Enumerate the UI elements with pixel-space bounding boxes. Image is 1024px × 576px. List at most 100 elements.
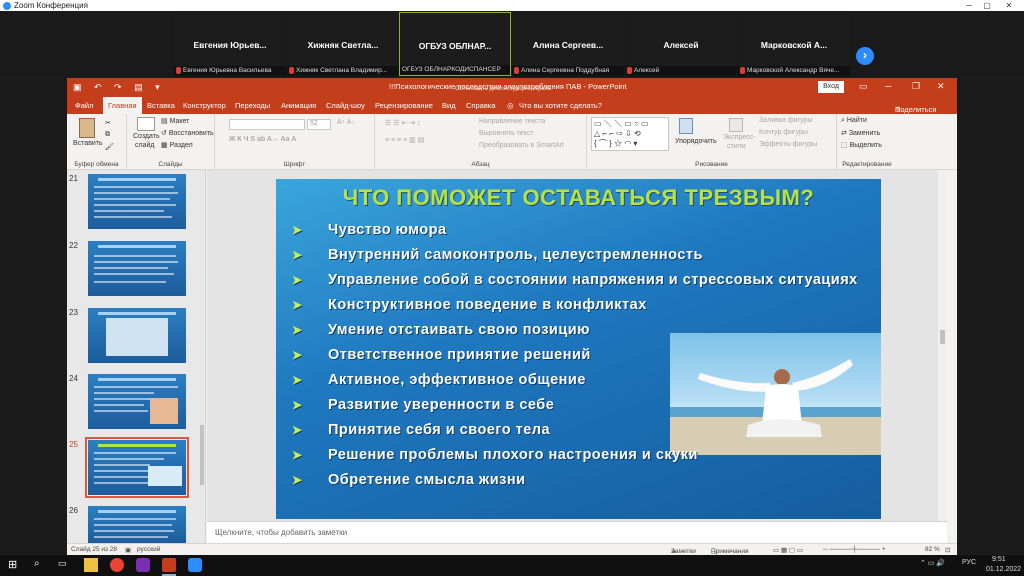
muted-mic-icon (740, 66, 745, 74)
shapes-gallery[interactable]: ▭ ＼ ＼ ▭ ○ ▭ △ ⌐ ⌐ ⇨ ⇩ ⟲{ ⌒ } ☆ ◠ ▾ (591, 117, 669, 151)
close-icon[interactable]: ✕ (937, 81, 945, 92)
restore-icon[interactable]: ❐ (912, 81, 920, 92)
arrange-icon[interactable] (679, 118, 693, 134)
font-style-icons[interactable]: Ж К Ч S аb A↔ Aa A (229, 136, 296, 143)
windows-start-icon[interactable]: ⊞ (8, 558, 22, 572)
express-styles-icon[interactable] (729, 118, 743, 132)
replace-button[interactable]: ⇄ Заменить (841, 129, 880, 137)
participant-tile-active-speaker[interactable]: ОГБУЗ ОБЛНАР... ОГБУЗ ОБЛНАРКОДИСПАНСЕР (399, 12, 511, 76)
participant-tile[interactable]: Алина Сергеев... Алина Сергеевна Поддубн… (512, 12, 624, 76)
thumbnails-scrollbar[interactable] (199, 170, 205, 543)
new-slide-icon[interactable] (137, 117, 155, 131)
participant-tile[interactable]: Марковской А... Марковской Александр Вяч… (738, 12, 850, 76)
text-direction-button[interactable]: Направление текста (479, 118, 545, 125)
language-indicator[interactable]: русский (137, 546, 160, 553)
section-button[interactable]: ▦ Раздел (161, 141, 193, 149)
signin-button[interactable]: Вход (818, 81, 844, 93)
arrow-bullet-icon: ➤ (292, 223, 303, 237)
layout-button[interactable]: ▤ Макет (161, 117, 189, 125)
tab-insert[interactable]: Вставка (147, 101, 175, 110)
select-button[interactable]: ⬚ Выделить (841, 141, 882, 149)
clock-date[interactable]: 01.12.2022 (986, 566, 1021, 573)
notes-label: Заметки (671, 548, 696, 555)
new-slide-button-line2[interactable]: слайд (135, 142, 154, 149)
participant-tile[interactable]: Евгения Юрьев... Евгения Юрьевна Василье… (174, 12, 286, 76)
input-language[interactable]: РУС (962, 559, 976, 566)
paste-icon[interactable] (79, 118, 95, 138)
format-painter-icon[interactable]: 🖌 (105, 143, 114, 151)
notes-pane[interactable]: Щелкните, чтобы добавить заметки (207, 521, 947, 543)
express-styles-line2[interactable]: стили (727, 143, 746, 150)
participant-name: Алина Сергеев... (532, 40, 604, 50)
copy-icon[interactable]: ⧉ (105, 131, 110, 139)
arrow-bullet-icon: ➤ (292, 473, 303, 487)
minimize-icon[interactable]: ─ (885, 81, 891, 91)
slide-thumbnail[interactable] (88, 374, 186, 429)
slide-thumbnail[interactable] (88, 241, 186, 296)
zoom-level[interactable]: 82 % (925, 546, 940, 553)
tab-home[interactable]: Главная (103, 97, 142, 114)
tab-slideshow[interactable]: Слайд-шоу (326, 101, 365, 110)
powerpoint-icon[interactable] (162, 558, 176, 572)
tab-review[interactable]: Рецензирование (375, 101, 433, 110)
tab-help[interactable]: Справка (466, 101, 495, 110)
slide-thumbnail[interactable] (88, 506, 186, 543)
close-icon[interactable]: ✕ (994, 0, 1024, 11)
slide-title[interactable]: ЧТО ПОМОЖЕТ ОСТАВАТЬСЯ ТРЕЗВЫМ? (276, 185, 881, 211)
bullet-list[interactable]: ➤ Чувство юмора ➤ Внутренний самоконтроль,… (292, 222, 872, 497)
tab-file[interactable]: Файл (75, 101, 93, 110)
list-item: ➤ Решение проблемы плохого настроения и с… (292, 447, 872, 463)
list-icons[interactable]: ☰ ☰ ⇤ ⇥ ↕ (385, 119, 421, 127)
shape-fill-button[interactable]: Заливка фигуры (759, 117, 812, 124)
font-grow-icon[interactable]: A↑ A↓ (337, 119, 355, 126)
tray-icons[interactable]: ⌃ ▭ 🔊 (920, 559, 945, 567)
paste-button[interactable]: Вставить (73, 140, 103, 147)
chrome-icon[interactable] (110, 558, 124, 572)
shape-effects-button[interactable]: Эффекты фигуры (759, 141, 817, 148)
spellcheck-icon[interactable]: ▣ (125, 546, 131, 554)
participant-full-name: Евгения Юрьевна Васильева (183, 67, 272, 74)
tell-me-search[interactable]: Что вы хотите сделать? (519, 101, 602, 110)
slide-thumbnail[interactable] (88, 308, 186, 363)
stop-share-overlay[interactable]: Остановить демонстрацию экрана (455, 86, 551, 92)
align-icons[interactable]: ≡ ≡ ≡ ≡ ▥ ▤ (385, 136, 424, 144)
fit-slide-icon[interactable]: ⊡ (945, 546, 950, 554)
drawing-group: ▭ ＼ ＼ ▭ ○ ▭ △ ⌐ ⌐ ⇨ ⇩ ⟲{ ⌒ } ☆ ◠ ▾ Упоряд… (587, 114, 837, 170)
clock-time[interactable]: 9:51 (992, 556, 1006, 563)
find-button[interactable]: ⌕ Найти (841, 117, 867, 125)
participant-tile[interactable]: Алексей Алексей (625, 12, 737, 76)
participant-tile[interactable]: Хижняк Светла... Хижняк Светлана Владими… (287, 12, 399, 76)
task-view-icon[interactable]: ▭ (58, 558, 72, 572)
tab-transitions[interactable]: Переходы (235, 101, 270, 110)
new-slide-button-line1[interactable]: Создать (133, 133, 160, 140)
express-styles-line1[interactable]: Экспресс- (723, 134, 756, 141)
view-buttons[interactable]: ▭ ▦ ▢ ▭ (773, 546, 803, 554)
current-slide[interactable]: ЧТО ПОМОЖЕТ ОСТАВАТЬСЯ ТРЕЗВЫМ? ➤ Чувство… (276, 179, 881, 519)
font-size-input[interactable]: 52 (307, 119, 331, 130)
cut-icon[interactable]: ✂ (105, 119, 111, 127)
slide-thumbnail[interactable] (88, 174, 186, 229)
chevron-right-icon[interactable]: › (856, 47, 874, 65)
zoom-icon[interactable] (188, 558, 202, 572)
ribbon-display-icon[interactable]: ▭ (859, 81, 868, 92)
reset-button[interactable]: ↺ Восстановить (161, 129, 214, 137)
app-icon[interactable] (136, 558, 150, 572)
font-family-input[interactable] (229, 119, 305, 130)
align-text-button[interactable]: Выровнять текст (479, 130, 534, 137)
tab-view[interactable]: Вид (442, 101, 456, 110)
search-icon[interactable]: ⌕ (34, 558, 48, 572)
ribbon: Вставить ✂ ⧉ 🖌 Буфер обмена Создать слай… (67, 114, 957, 170)
file-explorer-icon[interactable] (84, 558, 98, 572)
convert-smartart-button[interactable]: Преобразовать в SmartArt (479, 142, 564, 149)
slide-scrollbar[interactable] (938, 170, 947, 521)
shape-outline-button[interactable]: Контур фигуры (759, 129, 808, 136)
thumbnail-number-selected: 25 (69, 440, 78, 449)
list-item: ➤ Ответственное принятие решений (292, 347, 872, 363)
slide-thumbnail-selected[interactable] (85, 437, 189, 498)
tab-design[interactable]: Конструктор (183, 101, 226, 110)
quick-access-toolbar[interactable]: ▣ ↶ ↷ ▤ ▾ (73, 82, 165, 93)
arrow-bullet-icon: ➤ (292, 373, 303, 387)
arrange-button[interactable]: Упорядочить (675, 138, 717, 145)
zoom-slider[interactable]: ─ ─────┼───── + (823, 546, 886, 553)
tab-animations[interactable]: Анимация (281, 101, 316, 110)
